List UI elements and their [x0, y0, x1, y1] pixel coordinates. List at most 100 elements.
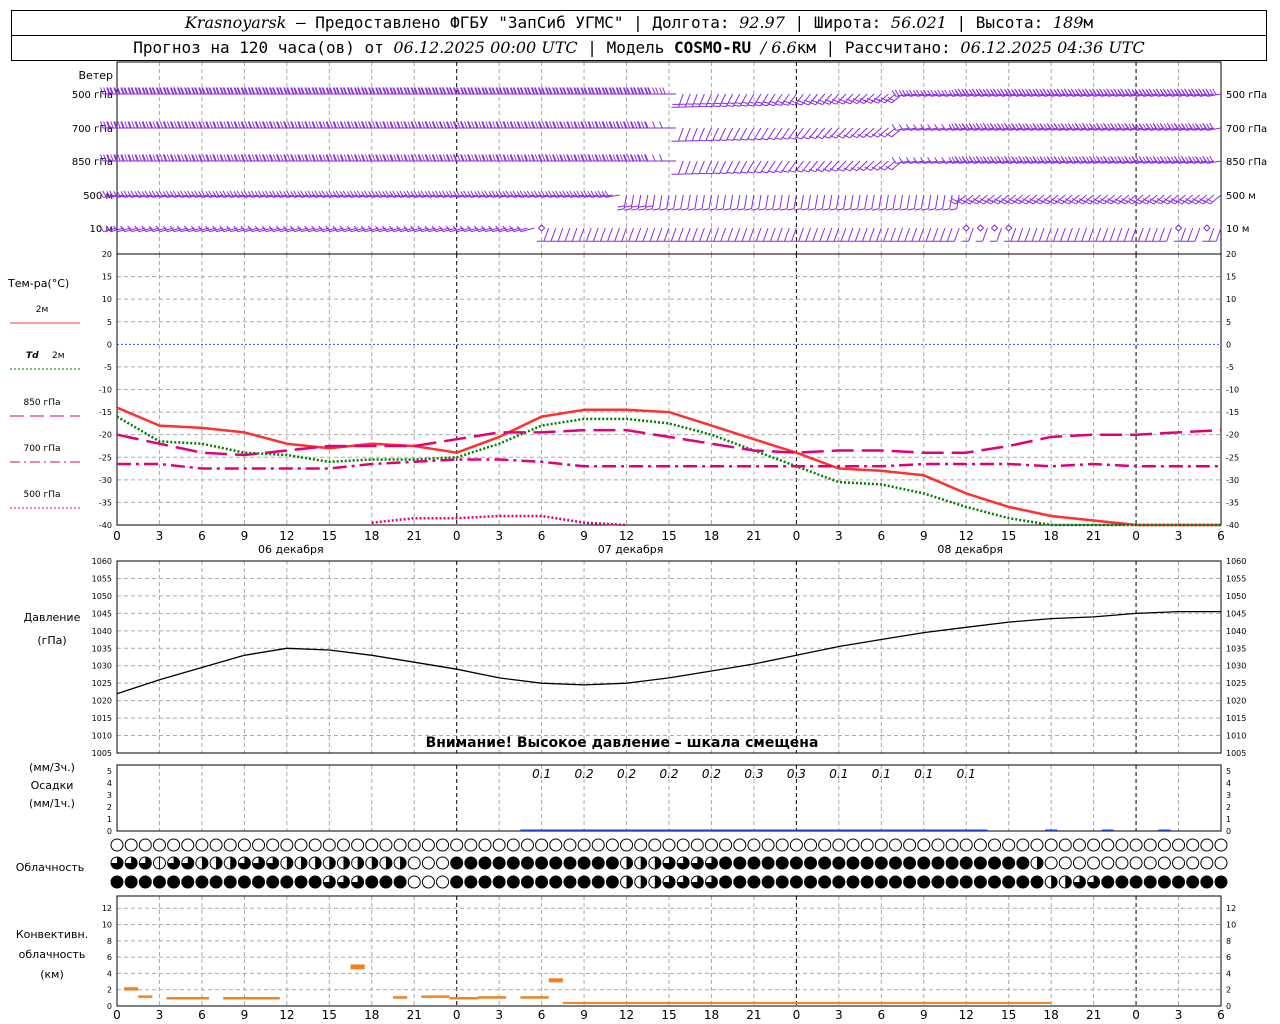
cloud-cover-fill	[493, 876, 506, 888]
hour-tick-label-bottom: 9	[580, 1008, 588, 1022]
hour-tick-label-bottom: 18	[704, 1008, 719, 1022]
cloud-cover-symbol	[648, 838, 662, 852]
cloud-cover-fill	[578, 876, 591, 888]
hour-tick-label: 18	[1044, 529, 1059, 543]
hour-tick-label: 12	[279, 529, 294, 543]
cloud-cover-fill	[1016, 857, 1029, 869]
cloud-cover-fill	[1101, 876, 1114, 888]
cloud-cover-symbol	[804, 838, 818, 852]
hour-tick-label-bottom: 0	[1132, 1008, 1140, 1022]
precip-value-label: 0.2	[575, 767, 594, 781]
cloud-cover-fill	[747, 857, 760, 869]
cloud-cover-fill	[640, 876, 647, 888]
precip-value-label: 0.1	[957, 767, 976, 781]
precip-value-label: 0.1	[829, 767, 848, 781]
precip-bar	[562, 829, 606, 831]
date-label: 07 декабря	[598, 543, 664, 556]
cloud-cover-fill	[111, 876, 123, 888]
cloud-cover-symbol	[1101, 856, 1115, 870]
conv-ytick-right: 0	[1226, 1002, 1231, 1011]
wind-barb	[890, 227, 903, 242]
precip-value-label: 0.2	[617, 767, 636, 781]
cloud-cover-symbol	[1129, 838, 1143, 852]
cloud-cover-symbol	[450, 838, 464, 852]
hour-tick-label: 6	[877, 529, 885, 543]
wind-barb	[739, 127, 755, 141]
conv-cloud-bar	[421, 995, 450, 998]
temp-ytick-left: -20	[99, 431, 112, 440]
hour-tick-label-bottom: 3	[835, 1008, 843, 1022]
cloud-cover-fill	[818, 857, 831, 869]
cloud-cover-fill	[1037, 857, 1043, 869]
cloud-cover-symbol	[747, 838, 761, 852]
wind-barb	[691, 160, 705, 175]
wind-barb	[671, 160, 684, 175]
precip-bar	[690, 829, 733, 831]
conv-cloud-bar	[124, 987, 139, 991]
wind-barb	[802, 127, 818, 140]
cloud-cover-fill	[295, 876, 307, 888]
date-label: 06 декабря	[258, 543, 324, 556]
temp-ytick-right: -35	[1226, 498, 1239, 507]
conv-ytick-left: 10	[102, 921, 112, 930]
wind-level-label-right: 850 гПа	[1226, 157, 1267, 168]
precip-value-label: 0.2	[659, 767, 678, 781]
conv-cloud-bar	[138, 995, 153, 998]
hour-tick-label-bottom: 12	[959, 1008, 974, 1022]
cloud-cover-symbol	[676, 838, 690, 852]
cloud-cover-fill	[563, 857, 576, 869]
pressure-ytick-right: 1025	[1226, 679, 1246, 688]
cloud-cover-fill	[592, 876, 605, 888]
conv-cloud-bar	[223, 997, 280, 1000]
cloud-cover-fill	[507, 857, 520, 869]
wind-barb	[719, 93, 734, 107]
hour-tick-label: 12	[959, 529, 974, 543]
cloud-cover-symbol	[789, 838, 803, 852]
pressure-ytick-left: 1005	[92, 749, 112, 758]
cloud-cover-fill	[960, 857, 973, 869]
hour-tick-label-bottom: 0	[453, 1008, 461, 1022]
precip-ytick-right: 0	[1226, 827, 1231, 836]
cloud-cover-symbol	[152, 838, 166, 852]
precip-ytick-right: 1	[1226, 815, 1231, 824]
cloud-cover-symbol	[1087, 838, 1101, 852]
wind-barb	[685, 127, 698, 142]
wind-barb	[706, 227, 719, 242]
precip-bar	[1101, 829, 1114, 831]
cloud-cover-fill	[1130, 876, 1143, 888]
precip-unit-1h: (мм/1ч.)	[29, 797, 75, 810]
cloud-cover-fill	[329, 857, 336, 869]
cloud-cover-symbol	[591, 838, 605, 852]
legend-label-prefix: Td	[26, 351, 39, 361]
pressure-ytick-right: 1050	[1226, 592, 1246, 601]
wind-barb	[712, 127, 727, 142]
conv-ytick-left: 0	[107, 1002, 112, 1011]
hour-tick-label: 15	[322, 529, 337, 543]
cloud-cover-symbol	[464, 838, 478, 852]
conv-ytick-right: 6	[1226, 953, 1231, 962]
temp-ytick-right: -5	[1226, 363, 1234, 372]
wind-barb	[650, 227, 663, 242]
cloud-cover-symbol	[620, 838, 634, 852]
legend-label: 500 гПа	[23, 490, 60, 500]
cloud-cover-fill	[776, 876, 789, 888]
wind-barb	[719, 160, 734, 174]
temp-ytick-right: 15	[1226, 273, 1236, 282]
conv-ytick-right: 2	[1226, 986, 1231, 995]
cloud-cover-fill	[578, 857, 591, 869]
precip-bar	[520, 829, 563, 831]
cloud-cover-fill	[847, 857, 859, 869]
precip-ytick-right: 4	[1226, 779, 1231, 788]
conv-ytick-right: 12	[1226, 904, 1236, 913]
cloud-cover-symbol	[733, 838, 747, 852]
cloud-cover-fill	[1144, 876, 1157, 888]
cloud-cover-fill	[1186, 876, 1199, 888]
wind-barb	[712, 160, 727, 175]
cloud-cover-fill	[654, 876, 661, 888]
calm-wind-marker	[976, 224, 985, 232]
cloud-cover-fill	[563, 876, 576, 888]
pressure-ytick-right: 1020	[1226, 697, 1246, 706]
cloud-cover-fill	[733, 876, 746, 888]
cloud-cover-symbol	[704, 838, 718, 852]
hour-tick-label-bottom: 12	[619, 1008, 634, 1022]
